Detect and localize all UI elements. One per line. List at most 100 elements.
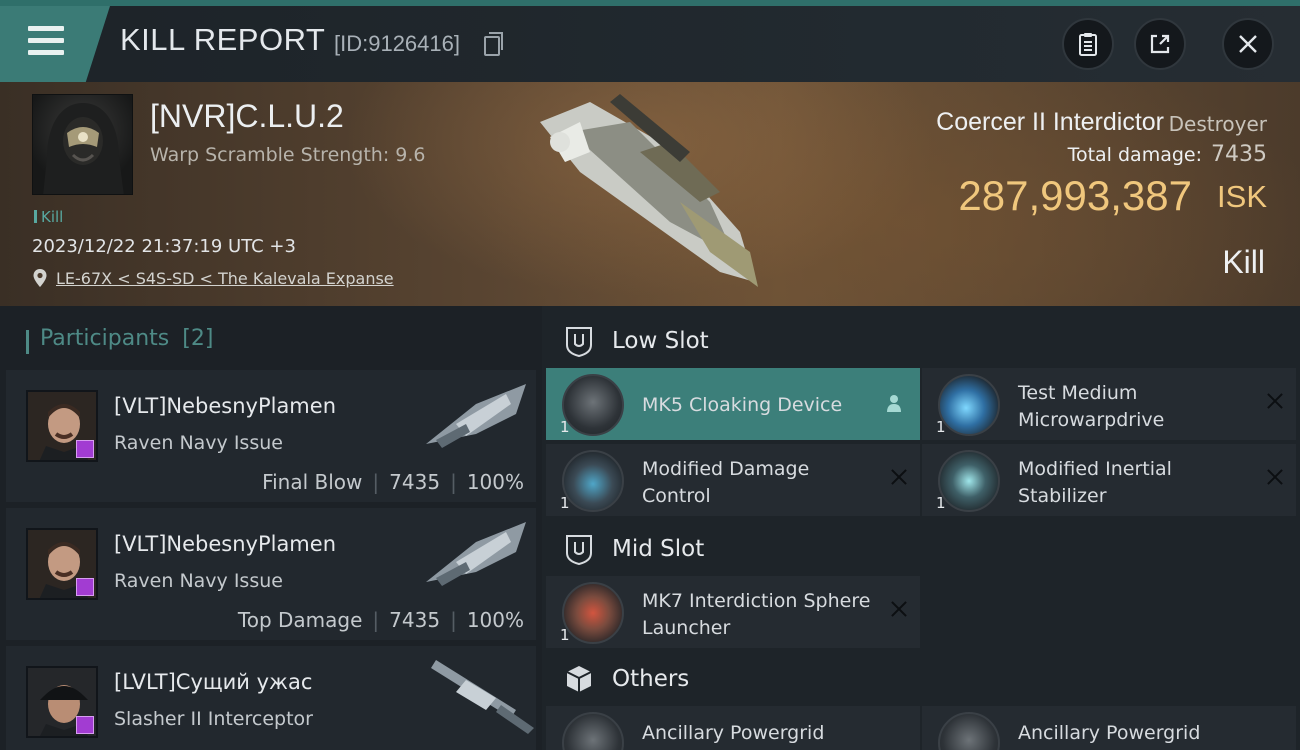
participant-portrait [26,666,98,738]
share-icon [1150,34,1170,54]
participant-stats: Top Damage | 7435 | 100% [238,608,524,632]
low-slot-header: Low Slot [542,314,1300,368]
low-slot-title: Low Slot [612,328,709,354]
corp-badge [76,440,94,458]
participant-ship-image [431,660,534,734]
victim-ship-class: Destroyer [1168,112,1267,136]
participant-percent: 100% [466,608,524,632]
stat-divider: | [372,608,380,632]
clipboard-icon [1079,33,1097,56]
location-pin-icon [33,269,47,287]
module-card[interactable]: 1 Modified Damage Control [546,444,920,516]
close-button[interactable] [1222,18,1274,70]
kill-outcome: Kill [1222,244,1265,280]
module-name: Modified Damage Control [642,458,810,507]
module-card[interactable]: 1 MK5 Cloaking Device [546,368,920,440]
module-quantity: 1 [560,418,570,436]
participants-panel: Participants [2] [VLT]NebesnyPlamen Rave… [0,306,542,750]
module-quantity: 1 [560,494,570,512]
destroyed-x-icon [1266,468,1284,486]
powergrid-icon [938,712,1000,750]
module-quantity: 1 [936,418,946,436]
participant-portrait [26,390,98,462]
share-button[interactable] [1134,18,1186,70]
participants-label: Participants [40,326,170,351]
page-title: KILL REPORT [120,22,326,57]
isk-value: 287,993,387 [958,172,1192,219]
participant-ship: Raven Navy Issue [114,432,283,454]
participants-header: Participants [2] [25,326,213,354]
location-link[interactable]: LE-67X < S4S-SD < The Kalevala Expanse [56,269,394,288]
participant-percent: 100% [466,470,524,494]
stat-divider: | [372,470,380,494]
menu-button[interactable] [0,6,110,82]
corp-badge [76,716,94,734]
module-quantity: 1 [936,494,946,512]
mid-slot-title: Mid Slot [612,536,705,562]
copy-icon[interactable] [484,32,503,56]
menu-icon [28,26,64,56]
participant-role: Top Damage [237,608,363,632]
victim-name[interactable]: [NVR]C.L.U.2 [150,98,344,135]
victim-portrait[interactable] [32,94,133,195]
participant-ship-image [426,384,526,448]
mid-slot-header: Mid Slot [542,522,1300,576]
module-name: Test Medium Microwarpdrive [1018,382,1165,431]
module-name: MK7 Interdiction Sphere Launcher [642,590,871,639]
module-name: MK5 Cloaking Device [642,394,843,416]
participant-role: Final Blow [262,470,363,494]
interdiction-launcher-icon [562,582,624,644]
participant-damage: 7435 [389,608,441,632]
corp-badge [76,578,94,596]
hooded-figure-image [43,103,124,194]
powergrid-icon [562,712,624,750]
module-card[interactable]: Ancillary Powergrid [546,706,920,750]
shield-icon [566,327,592,357]
participant-ship: Raven Navy Issue [114,570,283,592]
victim-ship-image[interactable] [520,82,780,306]
kill-datetime: 2023/12/22 21:37:19 UTC +3 [32,236,296,257]
participant-ship: Slasher II Interceptor [114,708,313,730]
participant-portrait [26,528,98,600]
participant-name[interactable]: [LVLT]Сущий ужас [114,670,312,694]
module-name: Ancillary Powergrid [642,722,825,744]
report-id: [ID:9126416] [334,31,460,56]
cloaking-device-icon [562,374,624,436]
destroyed-x-icon [890,600,908,618]
others-header: Others [542,652,1300,706]
module-quantity: 1 [560,626,570,644]
participant-row[interactable]: [VLT]NebesnyPlamen Raven Navy Issue Top … [6,508,536,640]
stat-divider: | [450,608,457,632]
victim-banner: [NVR]C.L.U.2 Warp Scramble Strength: 9.6… [0,82,1300,306]
close-icon [1239,35,1257,53]
victim-ship-name: Coercer II Interdictor [936,108,1164,136]
header-bar: KILL REPORT [ID:9126416] [0,6,1300,82]
damage-control-icon [562,450,624,512]
participant-row[interactable]: [LVLT]Сущий ужас Slasher II Interceptor [6,646,536,750]
module-card[interactable]: 1 MK7 Interdiction Sphere Launcher [546,576,920,648]
inertial-stabilizer-icon [938,450,1000,512]
microwarpdrive-icon [938,374,1000,436]
person-icon [887,395,901,412]
shield-icon [566,535,592,565]
victim-stat: Warp Scramble Strength: 9.6 [150,144,426,166]
participant-name[interactable]: [VLT]NebesnyPlamen [114,394,336,418]
cube-icon [566,666,592,692]
clipboard-button[interactable] [1062,18,1114,70]
module-name: Ancillary Powergrid [1018,722,1201,744]
fitting-panel: Low Slot 1 MK5 Cloaking Device 1 Test Me… [542,306,1300,750]
kill-tag: Kill [34,208,63,226]
others-title: Others [612,666,690,692]
module-card[interactable]: Ancillary Powergrid [922,706,1296,750]
module-card[interactable]: 1 Modified Inertial Stabilizer [922,444,1296,516]
participant-row[interactable]: [VLT]NebesnyPlamen Raven Navy Issue Fina… [6,370,536,502]
participant-ship-image [426,522,526,586]
participant-stats: Final Blow | 7435 | 100% [262,470,524,494]
total-damage-label: Total damage: [1067,144,1202,166]
module-card[interactable]: 1 Test Medium Microwarpdrive [922,368,1296,440]
participant-damage: 7435 [389,470,441,494]
isk-unit: ISK [1217,179,1267,214]
participant-name[interactable]: [VLT]NebesnyPlamen [114,532,336,556]
stat-divider: | [450,470,457,494]
destroyed-x-icon [1266,392,1284,410]
